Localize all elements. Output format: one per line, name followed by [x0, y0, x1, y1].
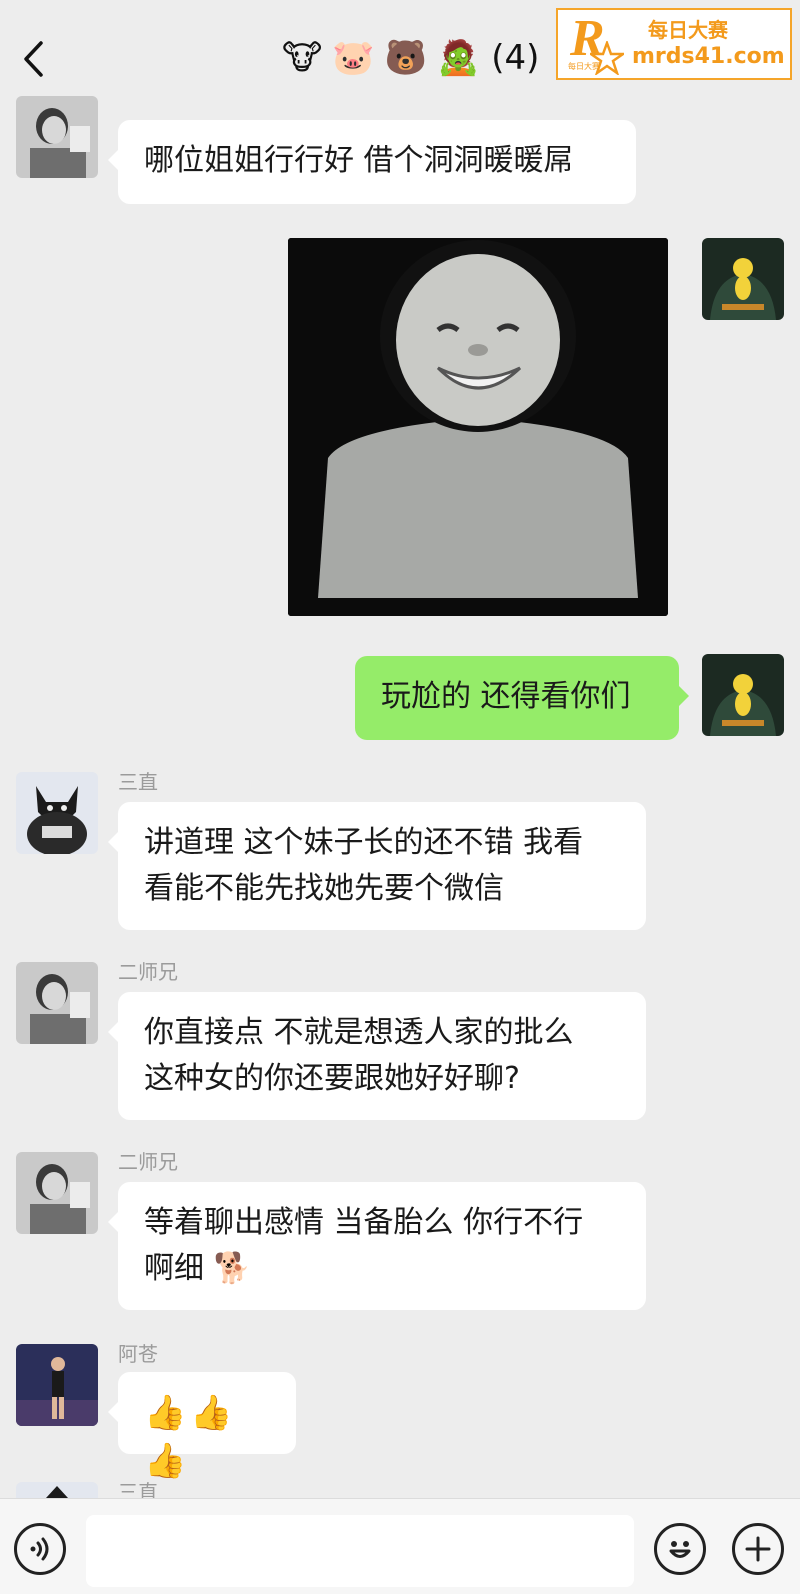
voice-icon: [30, 1537, 49, 1561]
title-emoji-cow: 🐮: [282, 38, 323, 78]
chevron-left-icon: [24, 41, 43, 77]
back-button[interactable]: [14, 34, 54, 84]
sender-name: 二师兄: [118, 960, 178, 984]
message-bubble[interactable]: 你直接点 不就是想透人家的批么 这种女的你还要跟她好好聊?: [108, 992, 646, 1120]
message-text-line: 讲道理 这个妹子长的还不错 我看: [144, 825, 584, 860]
voice-button[interactable]: [14, 1523, 66, 1575]
watermark-logo: R 每日大赛: [566, 10, 628, 77]
image-message[interactable]: [288, 238, 668, 616]
plus-icon: [745, 1536, 771, 1562]
watermark: R 每日大赛 每日大赛 mrds41.com: [556, 8, 792, 80]
avatar-ershixiong[interactable]: [16, 96, 98, 178]
message-input[interactable]: [86, 1515, 634, 1587]
sender-name: 三直: [118, 770, 158, 794]
avatar-ershixiong[interactable]: [16, 962, 98, 1044]
message-bubble[interactable]: 哪位姐姐行行好 借个洞洞暖暖屌: [108, 120, 636, 204]
message-text-line: 这种女的你还要跟她好好聊?: [144, 1061, 520, 1096]
message-bubble[interactable]: 等着聊出感情 当备胎么 你行不行 啊细 🐕: [108, 1182, 646, 1310]
avatar-self[interactable]: [702, 238, 784, 320]
message-text-line: 等着聊出感情 当备胎么 你行不行: [144, 1205, 584, 1240]
watermark-line1: 每日大赛: [648, 18, 728, 42]
message-bubble[interactable]: 玩尬的 还得看你们: [355, 656, 689, 740]
input-bar: [0, 1498, 800, 1594]
avatar-self[interactable]: [702, 654, 784, 736]
title-emoji-pig: 🐷: [332, 38, 375, 78]
message-bubble[interactable]: 👍👍👍: [108, 1372, 296, 1481]
chat-header: 🐮 🐷 🐻 🧟 (4) R 每日大赛 每日大赛 mrds41.com: [0, 0, 800, 100]
avatar-ershixiong[interactable]: [16, 1152, 98, 1234]
watermark-logo-caption: 每日大赛: [568, 62, 600, 71]
message-text-line: 看能不能先找她先要个微信: [144, 871, 504, 906]
message-text-line: 你直接点 不就是想透人家的批么: [144, 1015, 574, 1050]
sender-name: 二师兄: [118, 1150, 178, 1174]
member-count: (4): [491, 38, 540, 78]
smiley-icon: [669, 1541, 691, 1558]
avatar-acang[interactable]: [16, 1344, 98, 1426]
title-emoji-figure: 🧟: [436, 38, 480, 78]
dog-emoji-icon: 🐕: [213, 1251, 251, 1286]
message-text: 哪位姐姐行行好 借个洞洞暖暖屌: [144, 143, 574, 178]
chat-title[interactable]: 🐮 🐷 🐻 🧟 (4): [282, 30, 539, 86]
message-text: 玩尬的 还得看你们: [381, 679, 631, 714]
title-emoji-bear: 🐻: [384, 38, 427, 78]
avatar-sanzhi[interactable]: [16, 1482, 98, 1498]
avatar-sanzhi[interactable]: [16, 772, 98, 854]
message-text-line: 啊细 🐕: [144, 1251, 251, 1286]
more-button[interactable]: [732, 1523, 784, 1575]
sender-name: 阿苍: [118, 1342, 158, 1366]
message-bubble[interactable]: 讲道理 这个妹子长的还不错 我看 看能不能先找她先要个微信: [108, 802, 646, 930]
watermark-line2: mrds41.com: [632, 44, 785, 69]
emoji-button[interactable]: [654, 1523, 706, 1575]
thumbs-up-icon: 👍👍👍: [144, 1393, 237, 1481]
